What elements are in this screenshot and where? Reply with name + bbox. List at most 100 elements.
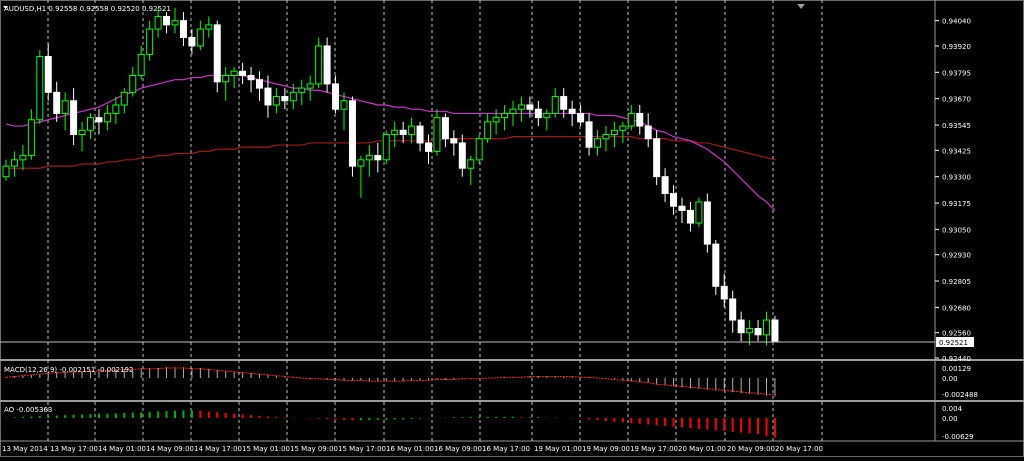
candle[interactable] [247, 67, 255, 93]
candle[interactable] [163, 12, 171, 34]
candle[interactable] [399, 121, 407, 143]
candle[interactable] [391, 121, 399, 148]
candle[interactable] [222, 67, 230, 101]
candle[interactable] [771, 315, 779, 342]
candle[interactable] [340, 92, 348, 131]
candle[interactable] [112, 96, 120, 124]
candle[interactable] [315, 37, 323, 89]
candle[interactable] [602, 126, 610, 152]
candle[interactable] [95, 109, 103, 135]
candle[interactable] [627, 104, 635, 131]
candle[interactable] [298, 79, 306, 105]
candle[interactable] [720, 273, 728, 308]
candle[interactable] [534, 100, 542, 127]
candle[interactable] [19, 145, 27, 171]
candle[interactable] [653, 130, 661, 186]
trading-chart[interactable]: 0.92521 AUDUSD,H1 0.92558 0.92558 0.9252… [0, 0, 1024, 457]
price-tick-label: 0.93425 [942, 147, 971, 155]
candle[interactable] [61, 92, 69, 131]
candle[interactable] [408, 117, 416, 143]
candle[interactable] [594, 130, 601, 156]
candle[interactable] [129, 67, 137, 97]
candle[interactable] [737, 311, 745, 342]
candle[interactable] [103, 104, 111, 131]
candle[interactable] [433, 109, 441, 156]
candle[interactable] [78, 121, 86, 152]
candle[interactable] [703, 193, 711, 253]
candle[interactable] [475, 134, 483, 165]
candle[interactable] [450, 130, 458, 156]
candle[interactable] [365, 145, 373, 177]
candle[interactable] [374, 142, 382, 173]
candle[interactable] [636, 104, 644, 135]
candle[interactable] [230, 67, 238, 89]
candle[interactable] [348, 96, 356, 177]
candle[interactable] [678, 197, 686, 224]
candle[interactable] [509, 100, 517, 127]
candle[interactable] [543, 109, 551, 131]
candle[interactable] [179, 12, 187, 46]
candle[interactable] [661, 168, 669, 202]
candle-body [315, 45, 323, 85]
candle-body [492, 117, 500, 123]
candle[interactable] [517, 96, 525, 122]
candle[interactable] [382, 130, 390, 165]
candle[interactable] [577, 104, 585, 127]
candle[interactable] [729, 290, 737, 333]
candle[interactable] [53, 81, 61, 122]
candle[interactable] [763, 311, 770, 346]
candle-body [70, 100, 78, 136]
candle-body [340, 100, 348, 110]
candle[interactable] [357, 155, 365, 198]
candle[interactable] [137, 45, 145, 80]
candle[interactable] [712, 239, 720, 295]
chart-shift-marker-icon[interactable] [797, 4, 805, 9]
price-tick-label: 0.92440 [942, 355, 971, 363]
candle-body [670, 193, 678, 207]
candle[interactable] [27, 109, 35, 160]
candle[interactable] [501, 104, 509, 131]
candle[interactable] [2, 159, 10, 181]
candle[interactable] [467, 155, 475, 186]
candle[interactable] [585, 113, 593, 156]
candle[interactable] [686, 201, 694, 232]
candle[interactable] [70, 88, 78, 146]
candle-body [19, 155, 27, 161]
candle[interactable] [551, 88, 559, 118]
candle[interactable] [568, 100, 576, 127]
candle[interactable] [441, 113, 449, 148]
candle[interactable] [196, 20, 204, 51]
candle[interactable] [213, 20, 221, 93]
candle[interactable] [754, 320, 762, 342]
candle[interactable] [120, 88, 128, 114]
candle[interactable] [619, 121, 627, 143]
candle[interactable] [425, 134, 432, 165]
candle[interactable] [306, 75, 314, 101]
candle[interactable] [87, 113, 94, 139]
candle[interactable] [44, 43, 52, 101]
candles[interactable] [2, 8, 779, 346]
candle[interactable] [256, 71, 263, 101]
chart-canvas[interactable]: 0.92521 AUDUSD,H1 0.92558 0.92558 0.9252… [0, 0, 1024, 457]
candle[interactable] [205, 16, 213, 38]
candle[interactable] [146, 20, 154, 61]
candle[interactable] [458, 134, 466, 177]
candle[interactable] [36, 50, 44, 124]
candle[interactable] [416, 121, 424, 152]
candle[interactable] [332, 75, 340, 114]
current-price-label: 0.92521 [939, 339, 968, 347]
candle[interactable] [610, 121, 618, 148]
candle[interactable] [188, 29, 196, 55]
ao-title: AO -0.005363 [4, 406, 52, 414]
candle-body [695, 201, 703, 224]
candle-body [526, 104, 534, 110]
candle[interactable] [239, 62, 247, 84]
candle[interactable] [10, 151, 18, 177]
candle[interactable] [484, 113, 492, 143]
candle[interactable] [644, 113, 652, 148]
candle[interactable] [272, 88, 280, 114]
candle[interactable] [695, 197, 703, 228]
candle[interactable] [171, 8, 179, 34]
candle[interactable] [323, 37, 331, 93]
candle-body [391, 129, 399, 136]
